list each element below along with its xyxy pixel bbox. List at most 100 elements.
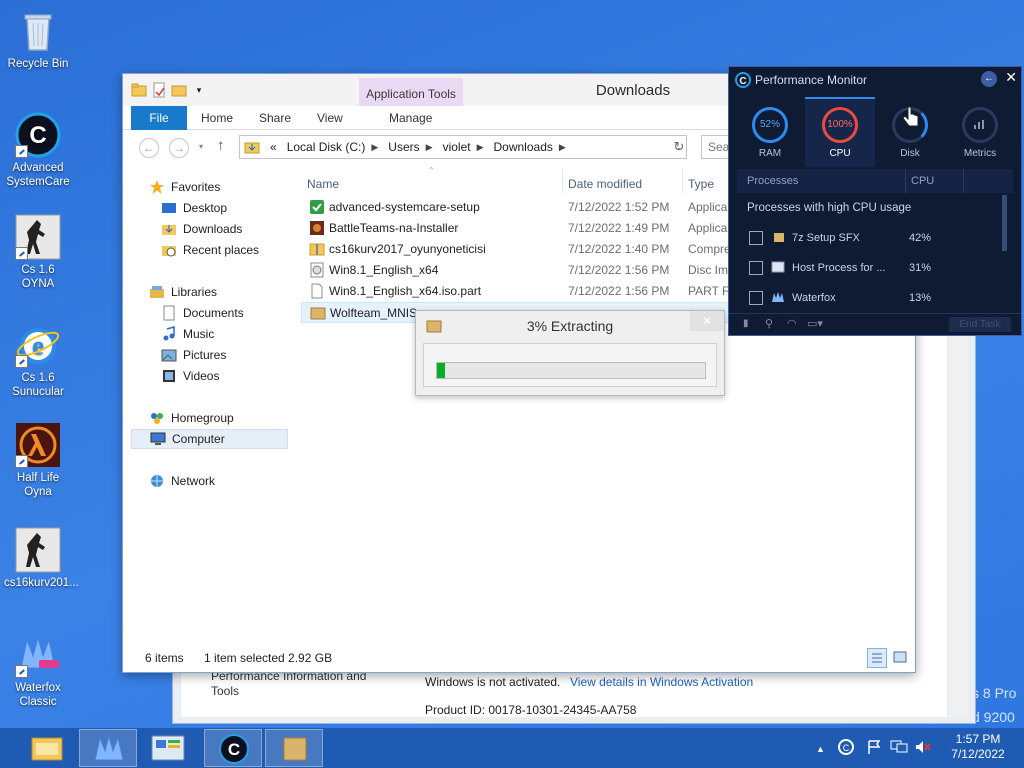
ram-gauge[interactable]: 52% RAM [735, 103, 805, 167]
clock-date: 7/12/2022 [951, 747, 1005, 761]
refresh-icon[interactable]: ↻ [669, 137, 689, 157]
forward-button[interactable]: → [169, 138, 189, 158]
large-icons-view-icon[interactable] [891, 648, 911, 668]
breadcrumb-separator-icon[interactable]: ▶ [426, 142, 433, 153]
waterfox-icon [15, 632, 61, 678]
desktop-icon-cs16kurv[interactable]: cs16kurv201... [4, 527, 79, 590]
nav-favorites[interactable]: Favorites [149, 177, 220, 197]
nav-homegroup[interactable]: Homegroup [149, 408, 234, 428]
column-header-name[interactable]: Name [307, 177, 339, 191]
volume-muted-icon[interactable] [914, 739, 932, 758]
nav-pictures[interactable]: Pictures [161, 345, 226, 365]
performance-monitor-window[interactable]: C Performance Monitor ← ✕ 52% RAM 100% C… [728, 66, 1022, 336]
collapse-arrow-icon[interactable]: ← [981, 71, 997, 87]
item-count: 6 items [145, 651, 184, 665]
desktop-icon-waterfox[interactable]: Waterfox Classic [4, 632, 72, 709]
speed-icon[interactable]: ◠ [787, 317, 797, 330]
customize-toolbar-chevron-icon[interactable]: ▾ [191, 82, 207, 98]
process-row[interactable]: Host Process for ... 31% [737, 253, 1011, 283]
systemcare-tray-icon[interactable]: C [838, 739, 854, 758]
processes-column-header[interactable]: Processes [747, 175, 798, 187]
taskbar-control-panel[interactable] [140, 729, 198, 767]
metrics-gauge[interactable]: Metrics [945, 103, 1015, 167]
nav-downloads[interactable]: Downloads [161, 219, 242, 239]
recent-locations-chevron-icon[interactable]: ▾ [199, 142, 203, 151]
breadcrumb-users[interactable]: Users [388, 140, 419, 154]
action-center-flag-icon[interactable] [866, 739, 882, 758]
tab-home[interactable]: Home [187, 106, 247, 130]
tab-file[interactable]: File [131, 106, 187, 130]
nav-desktop[interactable]: Desktop [161, 198, 227, 218]
up-button[interactable]: ↑ [217, 137, 225, 154]
column-separator[interactable] [682, 169, 683, 193]
window-title: Downloads [595, 82, 671, 99]
back-button[interactable]: ← [139, 138, 159, 158]
taskbar-7zip-extract[interactable] [265, 729, 323, 767]
process-checkbox[interactable] [749, 231, 763, 245]
window-menu-icon[interactable]: ▭▾ [807, 317, 823, 330]
desktop-icon-half-life[interactable]: Half Life Oyna [4, 422, 72, 499]
extract-progress-dialog[interactable]: 3% Extracting ✕ [415, 310, 725, 396]
breadcrumb-separator-icon[interactable]: ▶ [559, 142, 566, 153]
disk-gauge-label: Disk [900, 148, 920, 159]
desktop-icon-advanced-systemcare[interactable]: C Advanced SystemCare [4, 112, 72, 189]
taskbar: C ▲ C 1:57 PM 7/12/2022 [0, 728, 1024, 768]
breadcrumb-downloads[interactable]: Downloads [494, 140, 553, 154]
ram-gauge-ring: 52% [752, 107, 788, 143]
windows-edition-watermark: s 8 Pro [972, 685, 1017, 701]
address-input[interactable]: « Local Disk (C:) ▶ Users ▶ violet ▶ Dow… [239, 135, 687, 159]
close-button[interactable]: ✕ [690, 311, 724, 331]
navigation-pane: Favorites Desktop Downloads Recent place… [123, 169, 293, 644]
process-row[interactable]: Waterfox 13% [737, 283, 1011, 313]
tab-share[interactable]: Share [245, 106, 305, 130]
nav-computer[interactable]: Computer [131, 429, 288, 449]
nav-videos[interactable]: Videos [161, 366, 219, 386]
desktop-icon-recycle-bin[interactable]: Recycle Bin [4, 8, 72, 71]
tab-view[interactable]: View [303, 106, 357, 130]
perf-monitor-title: Performance Monitor [755, 73, 868, 87]
cpu-gauge[interactable]: 100% CPU [805, 97, 875, 167]
breadcrumb-separator-icon[interactable]: ▶ [371, 142, 378, 153]
breadcrumb-separator-icon[interactable]: ▶ [477, 142, 484, 153]
process-row[interactable]: 7z Setup SFX 42% [737, 223, 1011, 253]
breadcrumb-violet[interactable]: violet [443, 140, 471, 154]
nav-libraries[interactable]: Libraries [149, 282, 217, 302]
close-icon[interactable]: ✕ [1005, 69, 1017, 86]
taskbar-clock[interactable]: 1:57 PM 7/12/2022 [938, 732, 1018, 762]
column-header-date[interactable]: Date modified [568, 177, 642, 191]
column-separator[interactable] [562, 169, 563, 193]
search-icon[interactable]: ⚲ [765, 317, 773, 330]
desktop-icon-cs-sunucular[interactable]: e Cs 1.6 Sunucular [4, 322, 72, 399]
nav-documents[interactable]: Documents [161, 303, 244, 323]
network-tray-icon[interactable] [890, 739, 908, 758]
system-window-scrollbar[interactable] [949, 293, 967, 717]
process-checkbox[interactable] [749, 291, 763, 305]
performance-information-link[interactable]: Performance Information and Tools [211, 669, 381, 699]
end-task-button[interactable]: End Task [949, 317, 1011, 332]
column-header-type[interactable]: Type [688, 177, 714, 191]
process-list-scrollbar[interactable] [1002, 195, 1007, 251]
cpu-column-header[interactable]: CPU [911, 175, 934, 187]
archive-icon [310, 305, 326, 321]
breadcrumb-local-disk[interactable]: Local Disk (C:) [287, 140, 366, 154]
process-checkbox[interactable] [749, 261, 763, 275]
tab-manage[interactable]: Manage [375, 106, 446, 130]
folder-icon[interactable] [131, 82, 147, 98]
nav-network[interactable]: Network [149, 471, 215, 491]
desktop-icon-cs-oyna[interactable]: Cs 1.6 OYNA [4, 214, 72, 291]
breadcrumb-prefix[interactable]: « [270, 140, 277, 154]
new-folder-icon[interactable] [171, 82, 187, 98]
show-hidden-icons-chevron-icon[interactable]: ▲ [816, 744, 825, 754]
details-view-icon[interactable] [867, 648, 887, 668]
nav-recent-places[interactable]: Recent places [161, 240, 259, 260]
taskbar-file-explorer[interactable] [18, 729, 76, 767]
internet-explorer-icon: e [15, 322, 61, 368]
taskbar-advanced-systemcare[interactable]: C [204, 729, 262, 767]
nav-music[interactable]: Music [161, 324, 214, 344]
activation-details-link[interactable]: View details in Windows Activation [570, 675, 753, 689]
properties-icon[interactable] [151, 82, 167, 98]
windows-build-watermark: d 9200 [972, 709, 1015, 725]
lock-icon[interactable]: ▮ [743, 318, 749, 329]
taskbar-waterfox[interactable] [79, 729, 137, 767]
metrics-gauge-label: Metrics [963, 148, 997, 159]
